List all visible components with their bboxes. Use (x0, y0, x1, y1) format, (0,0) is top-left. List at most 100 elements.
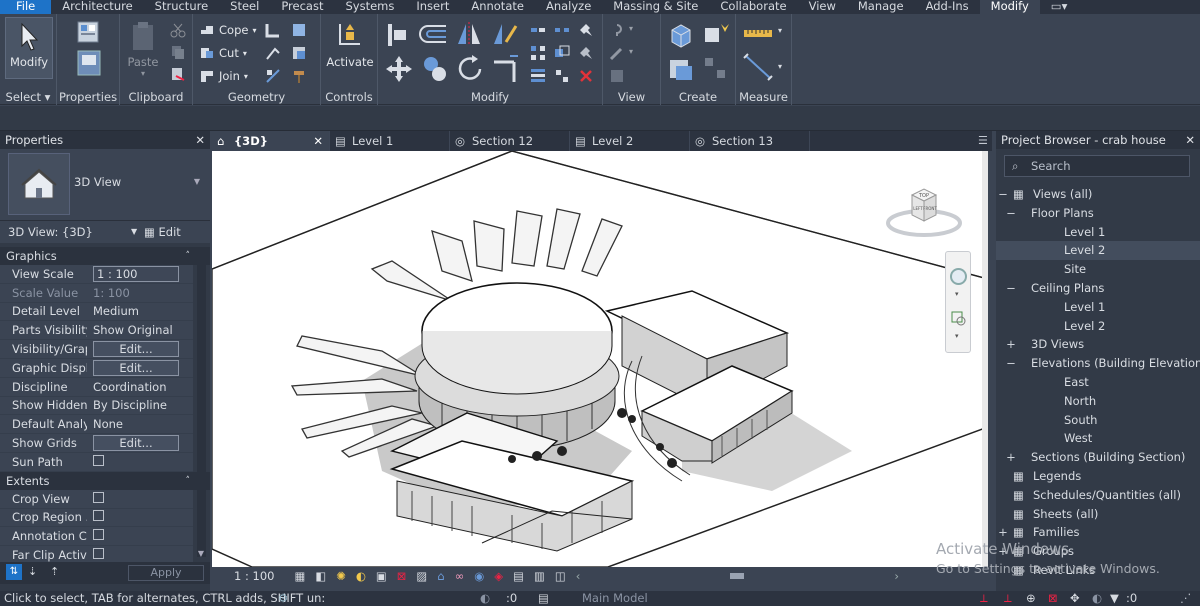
unlocked-3d-view-icon[interactable]: ⌂ (437, 569, 444, 583)
measure-between-icon[interactable] (742, 22, 774, 44)
viewcube-left[interactable]: LEFT (913, 206, 923, 211)
detail-level-icon[interactable]: ▦ (294, 569, 305, 583)
align-array-icon[interactable] (530, 68, 546, 84)
browser-item[interactable]: Site (996, 260, 1200, 279)
join-button[interactable]: Join ▾ (199, 68, 248, 84)
shadows-icon[interactable]: ◐ (356, 569, 366, 583)
collapse-icon[interactable]: ˄ (186, 247, 191, 265)
cope-button[interactable]: Cope ▾ (199, 22, 256, 38)
scale-icon[interactable] (554, 45, 570, 61)
view-tab[interactable]: ⌂ {3D} ✕ (212, 131, 330, 151)
close-tab-icon[interactable]: ✕ (313, 131, 323, 151)
browser-item[interactable]: North (996, 392, 1200, 411)
property-value-text[interactable]: Show Original (93, 323, 173, 337)
type-selector[interactable]: 3D View ▼ (0, 149, 210, 221)
expand-icon[interactable]: + (1006, 448, 1016, 467)
menu-tab-modify[interactable]: Modify (979, 0, 1040, 14)
cut-clipboard-icon[interactable] (170, 22, 186, 38)
properties-help-icon[interactable]: ⇅ (6, 564, 22, 580)
highlight-displacement-icon[interactable]: ◫ (555, 569, 566, 583)
browser-item[interactable]: + ▦ Groups (996, 542, 1200, 561)
worksets-icon[interactable]: ⚙ (278, 591, 288, 606)
select-by-face-icon[interactable]: ⊠ (1048, 591, 1058, 606)
property-checkbox[interactable] (93, 510, 104, 522)
linework-view-icon[interactable] (609, 68, 625, 84)
linework-icon[interactable] (265, 68, 281, 84)
view-selector-chevron-icon[interactable]: ▼ (131, 221, 137, 243)
create-similar-icon[interactable] (701, 54, 731, 84)
zoom-region-icon[interactable] (950, 310, 968, 328)
filter-icon[interactable]: ▼ (1110, 591, 1119, 606)
split-gap-icon[interactable] (554, 22, 570, 38)
steering-wheel-icon[interactable] (950, 268, 967, 285)
expand-icon[interactable]: + (1006, 335, 1016, 354)
menu-tab-insert[interactable]: Insert (405, 0, 460, 14)
menu-tab-structure[interactable]: Structure (144, 0, 220, 14)
mirror-pick-axis-icon[interactable] (454, 20, 484, 48)
array-icon[interactable] (530, 45, 546, 61)
edit-button[interactable]: Edit... (93, 435, 179, 452)
browser-item[interactable]: + ▦ Families (996, 523, 1200, 542)
browser-item[interactable]: Level 1 (996, 298, 1200, 317)
copy-icon[interactable] (170, 44, 186, 60)
cut-button[interactable]: Cut ▾ (199, 45, 247, 61)
create-group-icon[interactable] (666, 54, 696, 84)
property-checkbox[interactable] (93, 454, 104, 466)
create-assembly-icon[interactable] (666, 20, 696, 50)
close-browser-icon[interactable]: ✕ (1185, 131, 1195, 149)
viewcube-top[interactable]: TOP (918, 193, 929, 199)
drawing-area[interactable]: TOP LEFT FRONT ▾ ▾ (212, 151, 988, 567)
main-model-selector[interactable]: Main Model (582, 591, 648, 606)
split-face-icon[interactable] (291, 22, 307, 38)
browser-item[interactable]: − Elevations (Building Elevation) (996, 354, 1200, 373)
property-value-text[interactable]: By Discipline (93, 398, 167, 412)
contextual-extra-icon[interactable]: ▭▾ (1040, 0, 1079, 14)
design-options-icon[interactable]: ▤ (538, 591, 549, 606)
modify-button[interactable]: Modify (5, 17, 53, 79)
collapse-icon[interactable]: ˄ (186, 472, 191, 490)
offset-icon[interactable] (418, 22, 448, 48)
properties-scrollbar[interactable] (197, 257, 206, 557)
apply-button[interactable]: Apply (128, 565, 204, 581)
background-process-icon[interactable]: ◐ (1092, 591, 1102, 606)
view-tab[interactable]: ▤ Level 2 (570, 131, 690, 151)
browser-item[interactable]: East (996, 373, 1200, 392)
aligned-dimension-icon[interactable] (742, 52, 774, 82)
view-scale[interactable]: 1 : 100 (234, 569, 274, 583)
expand-icon[interactable]: + (998, 542, 1008, 561)
expand-icon[interactable]: + (998, 523, 1008, 542)
section-graphics[interactable]: Graphics ˄ (0, 247, 210, 265)
browser-item[interactable]: ▦ Legends (996, 467, 1200, 486)
property-value-text[interactable]: Medium (93, 304, 139, 318)
menu-tab-precast[interactable]: Precast (270, 0, 334, 14)
scroll-left-icon[interactable]: ‹ (576, 569, 581, 583)
drag-elements-icon[interactable]: ✥ (1070, 591, 1080, 606)
collapse-icon[interactable]: − (1006, 354, 1016, 373)
canvas-scrollbar[interactable] (982, 151, 988, 567)
select-dropdown[interactable]: Select ▾ (0, 90, 56, 104)
mirror-draw-axis-icon[interactable] (490, 20, 520, 48)
sort-ascending-icon[interactable]: ⇣ (28, 565, 37, 578)
browser-item[interactable]: West (996, 429, 1200, 448)
browser-item[interactable]: + Sections (Building Section) (996, 448, 1200, 467)
reveal-hidden-icon[interactable]: ◉ (474, 569, 484, 583)
editing-requests-icon[interactable]: ◐ (480, 591, 490, 606)
select-underlay-icon[interactable]: ⟂ (1004, 591, 1012, 606)
view-tab[interactable]: ◎ Section 12 (450, 131, 570, 151)
demolish-icon[interactable] (265, 45, 281, 61)
property-value-text[interactable]: None (93, 417, 123, 431)
browser-item[interactable]: Level 1 (996, 223, 1200, 242)
copy-elements-icon[interactable] (420, 54, 450, 84)
menu-tab-file[interactable]: File (0, 0, 52, 14)
edit-button[interactable]: Edit... (93, 359, 179, 376)
view-tab[interactable]: ◎ Section 13 (690, 131, 810, 151)
horizontal-scroll-thumb[interactable] (730, 572, 745, 579)
close-properties-icon[interactable]: ✕ (195, 131, 205, 149)
match-properties-icon[interactable] (170, 66, 186, 82)
analytical-model-icon[interactable]: ▥ (534, 569, 545, 583)
menu-tab-annotate[interactable]: Annotate (460, 0, 535, 14)
delete-icon[interactable] (578, 68, 594, 84)
property-checkbox[interactable] (93, 548, 104, 560)
render-icon[interactable]: ▣ (376, 569, 387, 583)
viewcube[interactable]: TOP LEFT FRONT (884, 181, 964, 241)
